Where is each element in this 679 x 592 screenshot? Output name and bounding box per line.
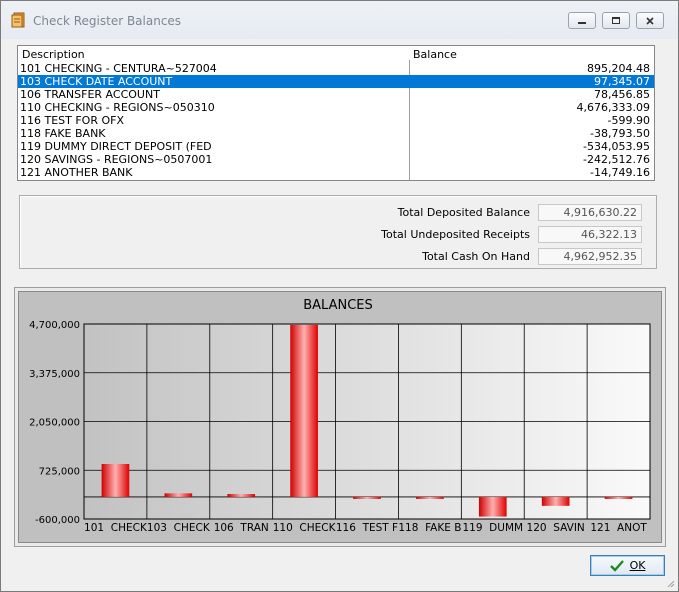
y-tick-label: -600,000 (35, 515, 80, 526)
row-balance: -38,793.50 (590, 127, 650, 140)
minimize-icon (578, 21, 586, 24)
row-balance: 4,676,333.09 (576, 101, 650, 114)
x-category-label: 118 FAKE B (398, 522, 461, 534)
balances-chart: BALANCES 4,700,000 3,375,000 2,050,000 725,… (29, 298, 651, 534)
bar (541, 496, 570, 506)
chart-title: BALANCES (303, 298, 373, 313)
minimize-button[interactable] (568, 12, 596, 29)
title-bar: Check Register Balances (1, 1, 678, 39)
list-row[interactable]: 103 CHECK DATE ACCOUNT 97,345.07 (18, 75, 654, 88)
list-row[interactable]: 121 ANOTHER BANK -14,749.16 (18, 166, 654, 179)
row-balance: 97,345.07 (594, 75, 650, 88)
bar (101, 463, 130, 497)
ledger-app-icon (11, 12, 25, 28)
maximize-button[interactable] (602, 12, 630, 29)
x-category-label: 121 ANOT (590, 522, 647, 534)
row-balance: -599.90 (607, 114, 650, 127)
x-category-label: 110 CHECK (273, 522, 337, 534)
y-tick-label: 725,000 (39, 466, 80, 477)
x-category-label: 101 CHECK (84, 522, 148, 534)
row-description: 116 TEST FOR OFX (20, 114, 125, 127)
list-row[interactable]: 110 CHECKING - REGIONS~050310 4,676,333.0… (18, 101, 654, 114)
list-row[interactable]: 118 FAKE BANK -38,793.50 (18, 127, 654, 140)
x-category-label: 120 SAVIN (527, 522, 585, 534)
y-tick-label: 3,375,000 (29, 369, 80, 380)
check-register-balances-window: Check Register Balances Description Bala… (0, 0, 679, 592)
close-icon (646, 16, 654, 25)
y-tick-label: 2,050,000 (29, 418, 80, 429)
list-header: Description Balance (18, 46, 654, 62)
row-description: 106 TRANSFER ACCOUNT (20, 88, 160, 101)
total-deposited-label: Total Deposited Balance (397, 206, 530, 219)
row-balance: 895,204.48 (587, 62, 650, 75)
row-description: 110 CHECKING - REGIONS~050310 (20, 101, 215, 114)
total-cash-value: 4,962,952.35 (538, 248, 642, 265)
total-deposited-value: 4,916,630.22 (538, 204, 642, 221)
row-description: 118 FAKE BANK (20, 127, 106, 140)
ok-button[interactable]: OK (590, 555, 665, 576)
bar (416, 496, 444, 499)
checkmark-icon (609, 559, 624, 572)
row-description: 119 DUMMY DIRECT DEPOSIT (FED (20, 140, 212, 153)
row-balance: -534,053.95 (583, 140, 650, 153)
ok-button-label: OK (629, 559, 646, 572)
window-title: Check Register Balances (33, 14, 182, 28)
bar (478, 496, 507, 517)
row-balance: -14,749.16 (590, 166, 650, 179)
resize-grip-icon[interactable] (665, 578, 675, 588)
x-category-label: 116 TEST F (336, 522, 398, 534)
bar (604, 496, 633, 499)
row-description: 103 CHECK DATE ACCOUNT (20, 75, 173, 88)
row-description: 101 CHECKING - CENTURA~527004 (20, 62, 217, 75)
list-row[interactable]: 116 TEST FOR OFX -599.90 (18, 114, 654, 127)
row-description: 121 ANOTHER BANK (20, 166, 133, 179)
total-cash-label: Total Cash On Hand (422, 250, 530, 263)
total-undeposited-label: Total Undeposited Receipts (381, 228, 530, 241)
list-row[interactable]: 101 CHECKING - CENTURA~527004 895,204.48 (18, 62, 654, 75)
list-row[interactable]: 120 SAVINGS - REGIONS~0507001 -242,512.76 (18, 153, 654, 166)
balance-column-header[interactable]: Balance (413, 48, 457, 61)
x-category-label: 103 CHECK (147, 522, 211, 534)
list-row[interactable]: 106 TRANSFER ACCOUNT 78,456.85 (18, 88, 654, 101)
bar (353, 496, 381, 499)
total-undeposited-value: 46,322.13 (538, 226, 642, 243)
maximize-icon (612, 17, 620, 24)
bar (164, 493, 193, 497)
totals-panel: Total Deposited Balance 4,916,630.22 Tot… (19, 195, 657, 269)
list-row[interactable]: 119 DUMMY DIRECT DEPOSIT (FED -534,053.95 (18, 140, 654, 153)
row-balance: -242,512.76 (583, 153, 650, 166)
row-balance: 78,456.85 (594, 88, 650, 101)
bar (290, 324, 318, 497)
row-description: 120 SAVINGS - REGIONS~0507001 (20, 153, 213, 166)
x-category-label: 106 TRAN (214, 522, 269, 534)
y-tick-label: 4,700,000 (29, 320, 80, 331)
bar (227, 494, 256, 497)
description-column-header[interactable]: Description (22, 48, 85, 61)
balances-list[interactable]: Description Balance 101 CHECKING - CENTU… (17, 45, 655, 181)
close-button[interactable] (636, 12, 664, 29)
x-category-label: 119 DUMM (462, 522, 523, 534)
